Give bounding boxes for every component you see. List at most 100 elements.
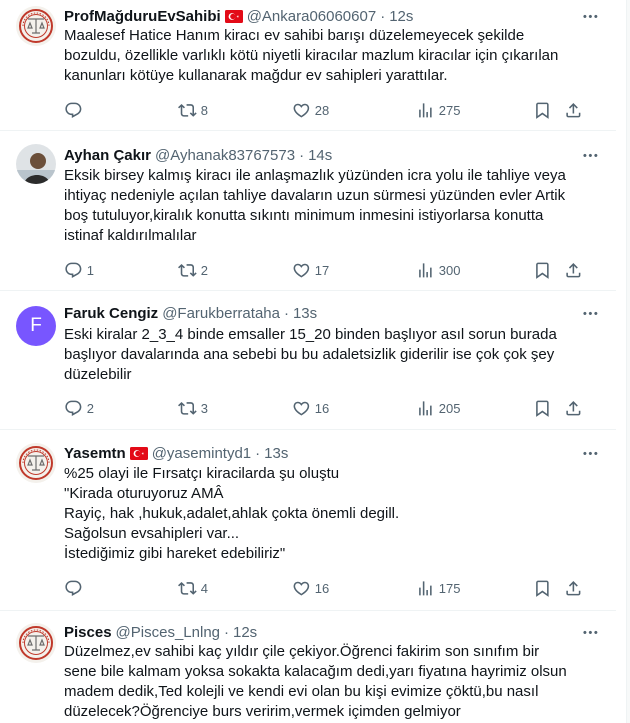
separator-dot: · [299,146,305,164]
timestamp[interactable]: 12s [233,624,257,641]
author-handle[interactable]: @Ayhanak83767573 [155,147,295,164]
author-name[interactable]: Faruk Cengiz [64,305,158,322]
tweet-text-line: ihtiyaç nedeniyle açılan tahliye davalar… [64,187,566,204]
like-icon [292,261,311,280]
tweet-text-line: kanunları kötüye kullanarak mağdur ev sa… [64,67,448,84]
user-photo-icon [16,144,56,184]
bookmark-button[interactable] [533,260,552,280]
more-icon[interactable] [580,145,600,165]
retweet-button[interactable]: 3 [178,398,208,418]
separator-dot: · [380,7,386,25]
more-icon[interactable] [580,443,600,463]
share-button[interactable] [564,578,583,598]
like-button[interactable]: 28 [292,100,329,120]
retweet-icon [178,101,197,120]
tweet-text-line: bozuldu, özellikle varlıklı kötü niyetli… [64,47,559,64]
views-button[interactable]: 300 [416,260,460,280]
turkey-flag-icon [225,10,243,23]
seal-logo-icon [16,443,56,483]
views-button[interactable]: 205 [416,398,460,418]
tweet-text-line: %25 olayi ile Fırsatçı kiracilarda şu ol… [64,465,340,482]
reply-icon [64,579,83,598]
share-icon [564,261,583,280]
seal-logo-icon [16,6,56,46]
retweet-count: 3 [200,400,208,416]
reply-icon [64,399,83,418]
timestamp[interactable]: 13s [264,445,288,462]
author-name[interactable]: Yasemtn [64,445,126,462]
bookmark-button[interactable] [533,100,552,120]
like-button[interactable]: 16 [292,398,329,418]
tweet-text-line: istinaf kaldırılmalılar [64,227,197,244]
avatar[interactable] [16,144,56,184]
share-button[interactable] [564,260,583,280]
tweet-text-line: Düzelmez,ev sahibi kaç yıldır çile çekiy… [64,643,540,660]
like-icon [292,399,311,418]
author-handle[interactable]: @Farukberrataha [162,305,280,322]
tweet-text-line: "Kirada oturuyoruz AMÂ [64,485,224,502]
timestamp[interactable]: 12s [389,8,413,25]
more-icon[interactable] [580,622,600,642]
views-count: 205 [438,400,461,416]
tweet-text-line: düzelecek?Öğrenciye burs veririm,vermek … [64,703,461,720]
reply-button[interactable] [64,578,87,598]
share-button[interactable] [564,398,583,418]
like-count: 17 [314,262,330,278]
views-button[interactable]: 275 [416,100,460,120]
tweet[interactable]: Yasemtn @yasemintyd1 · 13s %25 olayi ile… [0,431,616,611]
avatar[interactable]: F [16,306,56,346]
tweet-text-line: sene bile kalmam yoksa sokakta kalacağım… [64,663,567,680]
like-button[interactable]: 17 [292,260,329,280]
reply-count: 2 [86,400,94,416]
timestamp[interactable]: 14s [308,147,332,164]
turkey-flag-icon [130,447,148,460]
views-button[interactable]: 175 [416,578,460,598]
views-count: 275 [438,102,461,118]
tweet-text: Düzelmez,ev sahibi kaç yıldır çile çekiy… [64,642,590,722]
tweet-text: %25 olayi ile Fırsatçı kiracilarda şu ol… [64,464,590,564]
share-icon [564,579,583,598]
retweet-button[interactable]: 8 [178,100,208,120]
like-button[interactable]: 16 [292,578,329,598]
like-count: 16 [314,400,330,416]
retweet-count: 8 [200,102,208,118]
bookmark-icon [533,399,552,418]
reply-button[interactable]: 2 [64,398,94,418]
tweet-text: Maalesef Hatice Hanım kiracı ev sahibi b… [64,26,590,86]
tweet[interactable]: Ayhan Çakır @Ayhanak83767573 · 14s Eksik… [0,132,616,291]
tweet-actions: 8 28 275 [58,100,592,120]
reply-button[interactable] [64,100,87,120]
avatar[interactable] [16,6,56,46]
tweet-text-line: boş tutuluyor,kiralık konutta sıkıntı mi… [64,207,544,224]
retweet-button[interactable]: 2 [178,260,208,280]
tweet[interactable]: Pisces @Pisces_Lnlng · 12s Düzelmez,ev s… [0,612,616,723]
more-icon[interactable] [580,303,600,323]
retweet-count: 2 [200,262,208,278]
retweet-button[interactable]: 4 [178,578,208,598]
bookmark-button[interactable] [533,578,552,598]
author-handle[interactable]: @Pisces_Lnlng [116,624,220,641]
avatar[interactable] [16,443,56,483]
tweet[interactable]: ProfMağduruEvSahibi @Ankara06060607 · 12… [0,0,616,131]
like-icon [292,579,311,598]
retweet-count: 4 [200,580,208,596]
separator-dot: · [283,304,289,322]
tweet-text-line: madem dedik,Ted kolejli ve kendi evi ola… [64,683,539,700]
author-handle[interactable]: @yasemintyd1 [152,445,251,462]
like-count: 28 [314,102,330,118]
author-name[interactable]: ProfMağduruEvSahibi [64,8,221,25]
bookmark-icon [533,101,552,120]
retweet-icon [178,261,197,280]
author-name[interactable]: Pisces [64,624,112,641]
reply-button[interactable]: 1 [64,260,94,280]
share-button[interactable] [564,100,583,120]
tweet-text-line: İstediğimiz gibi hareket edebiliriz" [64,545,286,562]
avatar[interactable] [16,623,56,663]
more-icon[interactable] [580,6,600,26]
timestamp[interactable]: 13s [293,305,317,322]
bookmark-button[interactable] [533,398,552,418]
author-name[interactable]: Ayhan Çakır [64,147,151,164]
author-handle[interactable]: @Ankara06060607 [247,8,377,25]
scrollbar[interactable] [626,0,630,723]
tweet[interactable]: F Faruk Cengiz @Farukberrataha · 13s Esk… [0,292,616,430]
